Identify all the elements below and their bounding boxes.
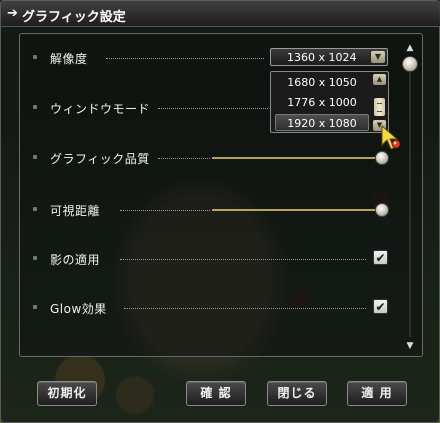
view-distance-slider[interactable] xyxy=(212,209,382,211)
apply-button[interactable]: 適 用 xyxy=(347,381,407,406)
graphics-settings-window: ➔ グラフィック設定 解像度 1360 x 1024 ▼ ウィンドウモード グラ… xyxy=(0,0,440,423)
shadow-row: 影の適用 ✔ xyxy=(20,249,415,269)
resolution-option[interactable]: 1680 x 1050 xyxy=(275,74,369,91)
resolution-option[interactable]: 1776 x 1000 xyxy=(275,94,369,111)
dotted-leader xyxy=(120,259,366,260)
glow-row: Glow効果 ✔ xyxy=(20,298,415,318)
bullet-icon xyxy=(33,256,37,260)
slider-fill xyxy=(212,157,382,159)
dotted-leader xyxy=(120,210,210,211)
resolution-select[interactable]: 1360 x 1024 ▼ xyxy=(270,48,388,66)
bullet-icon xyxy=(33,155,37,159)
dotted-leader xyxy=(158,158,210,159)
glow-checkbox[interactable]: ✔ xyxy=(373,299,388,314)
mouse-cursor-icon xyxy=(381,125,401,150)
confirm-button[interactable]: 確 認 xyxy=(186,381,246,406)
scroll-up-icon[interactable]: ▲ xyxy=(404,43,416,53)
view-distance-label: 可視距離 xyxy=(50,204,101,218)
bullet-icon xyxy=(33,105,37,109)
shadow-checkbox[interactable]: ✔ xyxy=(373,250,388,265)
title-bar[interactable]: ➔ グラフィック設定 xyxy=(1,1,440,27)
resolution-label: 解像度 xyxy=(50,52,88,66)
view-distance-row: 可視距離 xyxy=(20,200,415,220)
dotted-leader xyxy=(124,308,366,309)
chevron-down-icon[interactable]: ▼ xyxy=(371,51,385,63)
scrollbar-track[interactable] xyxy=(409,71,411,337)
slider-fill xyxy=(212,209,382,211)
close-button[interactable]: 閉じる xyxy=(267,381,327,406)
resolution-dropdown-list: 1680 x 1050 1776 x 1000 1920 x 1080 ▲ ▼ xyxy=(270,71,389,133)
scroll-up-icon[interactable]: ▲ xyxy=(373,74,386,85)
window-mode-label: ウィンドウモード xyxy=(50,102,151,116)
shadow-label: 影の適用 xyxy=(50,253,101,267)
bullet-icon xyxy=(33,305,37,309)
dotted-leader xyxy=(106,58,264,59)
dotted-leader xyxy=(158,108,268,109)
arrow-icon: ➔ xyxy=(7,6,18,21)
glow-label: Glow効果 xyxy=(50,302,107,316)
window-title: グラフィック設定 xyxy=(22,10,126,25)
dropdown-scroll-thumb[interactable] xyxy=(374,98,385,116)
resolution-value: 1360 x 1024 xyxy=(287,51,357,64)
graphic-quality-slider[interactable] xyxy=(212,157,382,159)
view-distance-slider-knob[interactable] xyxy=(375,203,389,217)
graphic-quality-label: グラフィック品質 xyxy=(50,152,150,166)
resolution-row: 解像度 1360 x 1024 ▼ xyxy=(20,48,415,68)
settings-scrollbar[interactable]: ▲ ▼ xyxy=(402,43,418,355)
resolution-option-selected[interactable]: 1920 x 1080 xyxy=(275,114,369,131)
graphic-quality-slider-knob[interactable] xyxy=(375,151,389,165)
bullet-icon xyxy=(33,55,37,59)
reset-button[interactable]: 初期化 xyxy=(37,381,97,406)
bullet-icon xyxy=(33,207,37,211)
scroll-down-icon[interactable]: ▼ xyxy=(404,341,416,351)
scrollbar-thumb[interactable] xyxy=(402,56,418,72)
graphic-quality-row: グラフィック品質 xyxy=(20,148,415,168)
dropdown-scrollbar[interactable]: ▲ ▼ xyxy=(373,74,386,131)
